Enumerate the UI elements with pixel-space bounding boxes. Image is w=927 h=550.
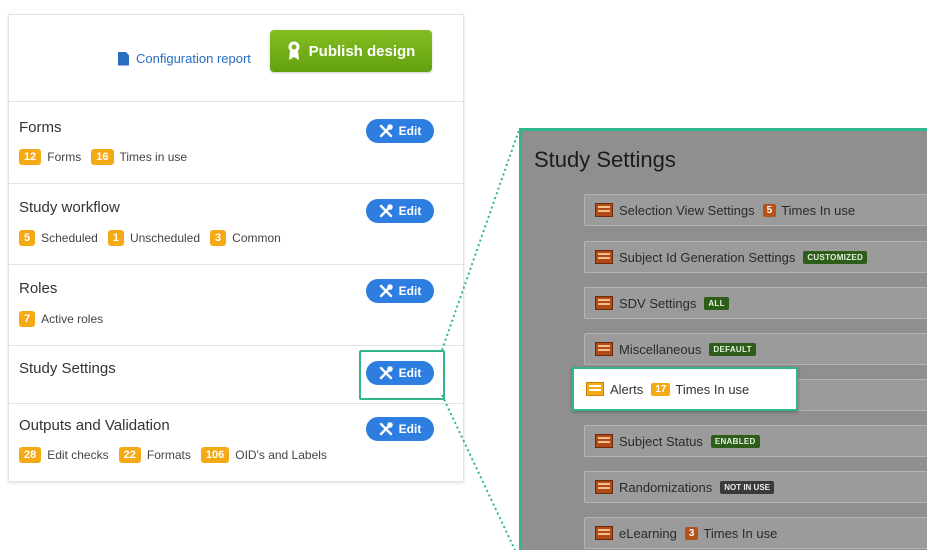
study-settings-zoom-panel: Study Settings Selection View Settings 5… (519, 128, 927, 550)
status-badge: NOT IN USE (720, 480, 774, 494)
setting-suffix: Times In use (675, 381, 750, 397)
list-icon (595, 296, 613, 310)
list-icon (595, 250, 613, 264)
count-badge: 3 (684, 526, 699, 540)
setting-row-alerts[interactable]: Alerts 17 Times In use (572, 367, 798, 411)
status-badge: DEFAULT (709, 342, 756, 356)
status-badge: CUSTOMIZED (803, 250, 868, 264)
setting-row-selection-view[interactable]: Selection View Settings 5 Times In use (584, 194, 927, 226)
setting-name: Alerts (610, 381, 644, 397)
count-badge: 17 (651, 382, 671, 396)
setting-name: Selection View Settings (619, 202, 755, 218)
status-badge: ALL (704, 296, 729, 310)
setting-row-randomizations[interactable]: Randomizations NOT IN USE (584, 471, 927, 503)
setting-suffix: Times In use (703, 525, 778, 541)
status-badge: ENABLED (710, 434, 760, 448)
setting-name: Subject Status (619, 433, 703, 449)
setting-row-subject-id-generation[interactable]: Subject Id Generation Settings CUSTOMIZE… (584, 241, 927, 273)
setting-name: Subject Id Generation Settings (619, 249, 796, 265)
setting-suffix: Times In use (781, 202, 856, 218)
setting-name: SDV Settings (619, 295, 697, 311)
setting-name: Randomizations (619, 479, 713, 495)
setting-row-elearning[interactable]: eLearning 3 Times In use (584, 517, 927, 549)
list-icon (586, 382, 604, 396)
list-icon (595, 434, 613, 448)
list-icon (595, 203, 613, 217)
list-icon (595, 526, 613, 540)
list-icon (595, 480, 613, 494)
setting-name: eLearning (619, 525, 677, 541)
zoom-title: Study Settings (534, 147, 676, 172)
list-icon (595, 342, 613, 356)
setting-row-subject-status[interactable]: Subject Status ENABLED (584, 425, 927, 457)
setting-row-sdv[interactable]: SDV Settings ALL (584, 287, 927, 319)
setting-row-miscellaneous[interactable]: Miscellaneous DEFAULT (584, 333, 927, 365)
setting-name: Miscellaneous (619, 341, 702, 357)
count-badge: 5 (762, 203, 777, 217)
